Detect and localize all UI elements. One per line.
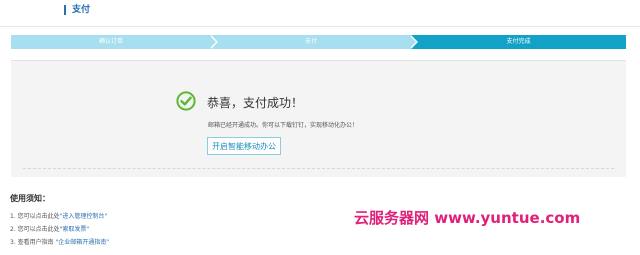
progress-steps: 确认订单 支付 支付完成 bbox=[11, 35, 626, 49]
step-separator bbox=[209, 35, 216, 49]
top-bar: 支付 bbox=[0, 0, 640, 27]
success-description: 邮箱已经开通成功。你可以下载钉钉，实现移动化办公！ bbox=[208, 122, 359, 129]
step-payment-complete: 支付完成 bbox=[411, 35, 626, 49]
success-title: 恭喜，支付成功！ bbox=[207, 96, 304, 110]
user-guide-link[interactable]: "企业邮箱开通指南" bbox=[56, 239, 110, 246]
list-item: 2. 您可以点击此处"索取发票" bbox=[10, 223, 109, 236]
list-item: 3. 查看用户指南 "企业邮箱开通指南" bbox=[10, 236, 109, 249]
success-panel bbox=[11, 60, 626, 177]
note-text: 3. 查看用户指南 bbox=[10, 239, 56, 246]
invoice-link[interactable]: "索取发票" bbox=[60, 226, 90, 233]
step-separator bbox=[409, 35, 416, 49]
step-payment: 支付 bbox=[211, 35, 411, 49]
list-item: 1. 您可以点击此处"进入管理控制台" bbox=[10, 210, 109, 223]
console-link[interactable]: "进入管理控制台" bbox=[60, 213, 108, 220]
check-circle-icon bbox=[176, 91, 196, 111]
note-text: 2. 您可以点击此处 bbox=[10, 226, 60, 233]
divider bbox=[23, 168, 614, 169]
notes-list: 1. 您可以点击此处"进入管理控制台" 2. 您可以点击此处"索取发票" 3. … bbox=[10, 210, 109, 249]
watermark: 云服务器网 www.yuntue.com bbox=[354, 209, 581, 227]
page-title: 支付 bbox=[64, 5, 90, 15]
note-text: 1. 您可以点击此处 bbox=[10, 213, 60, 220]
notes-title: 使用须知： bbox=[10, 194, 50, 203]
enable-mobile-office-button[interactable]: 开启智能移动办公 bbox=[207, 137, 281, 155]
step-confirm-order: 确认订单 bbox=[11, 35, 211, 49]
